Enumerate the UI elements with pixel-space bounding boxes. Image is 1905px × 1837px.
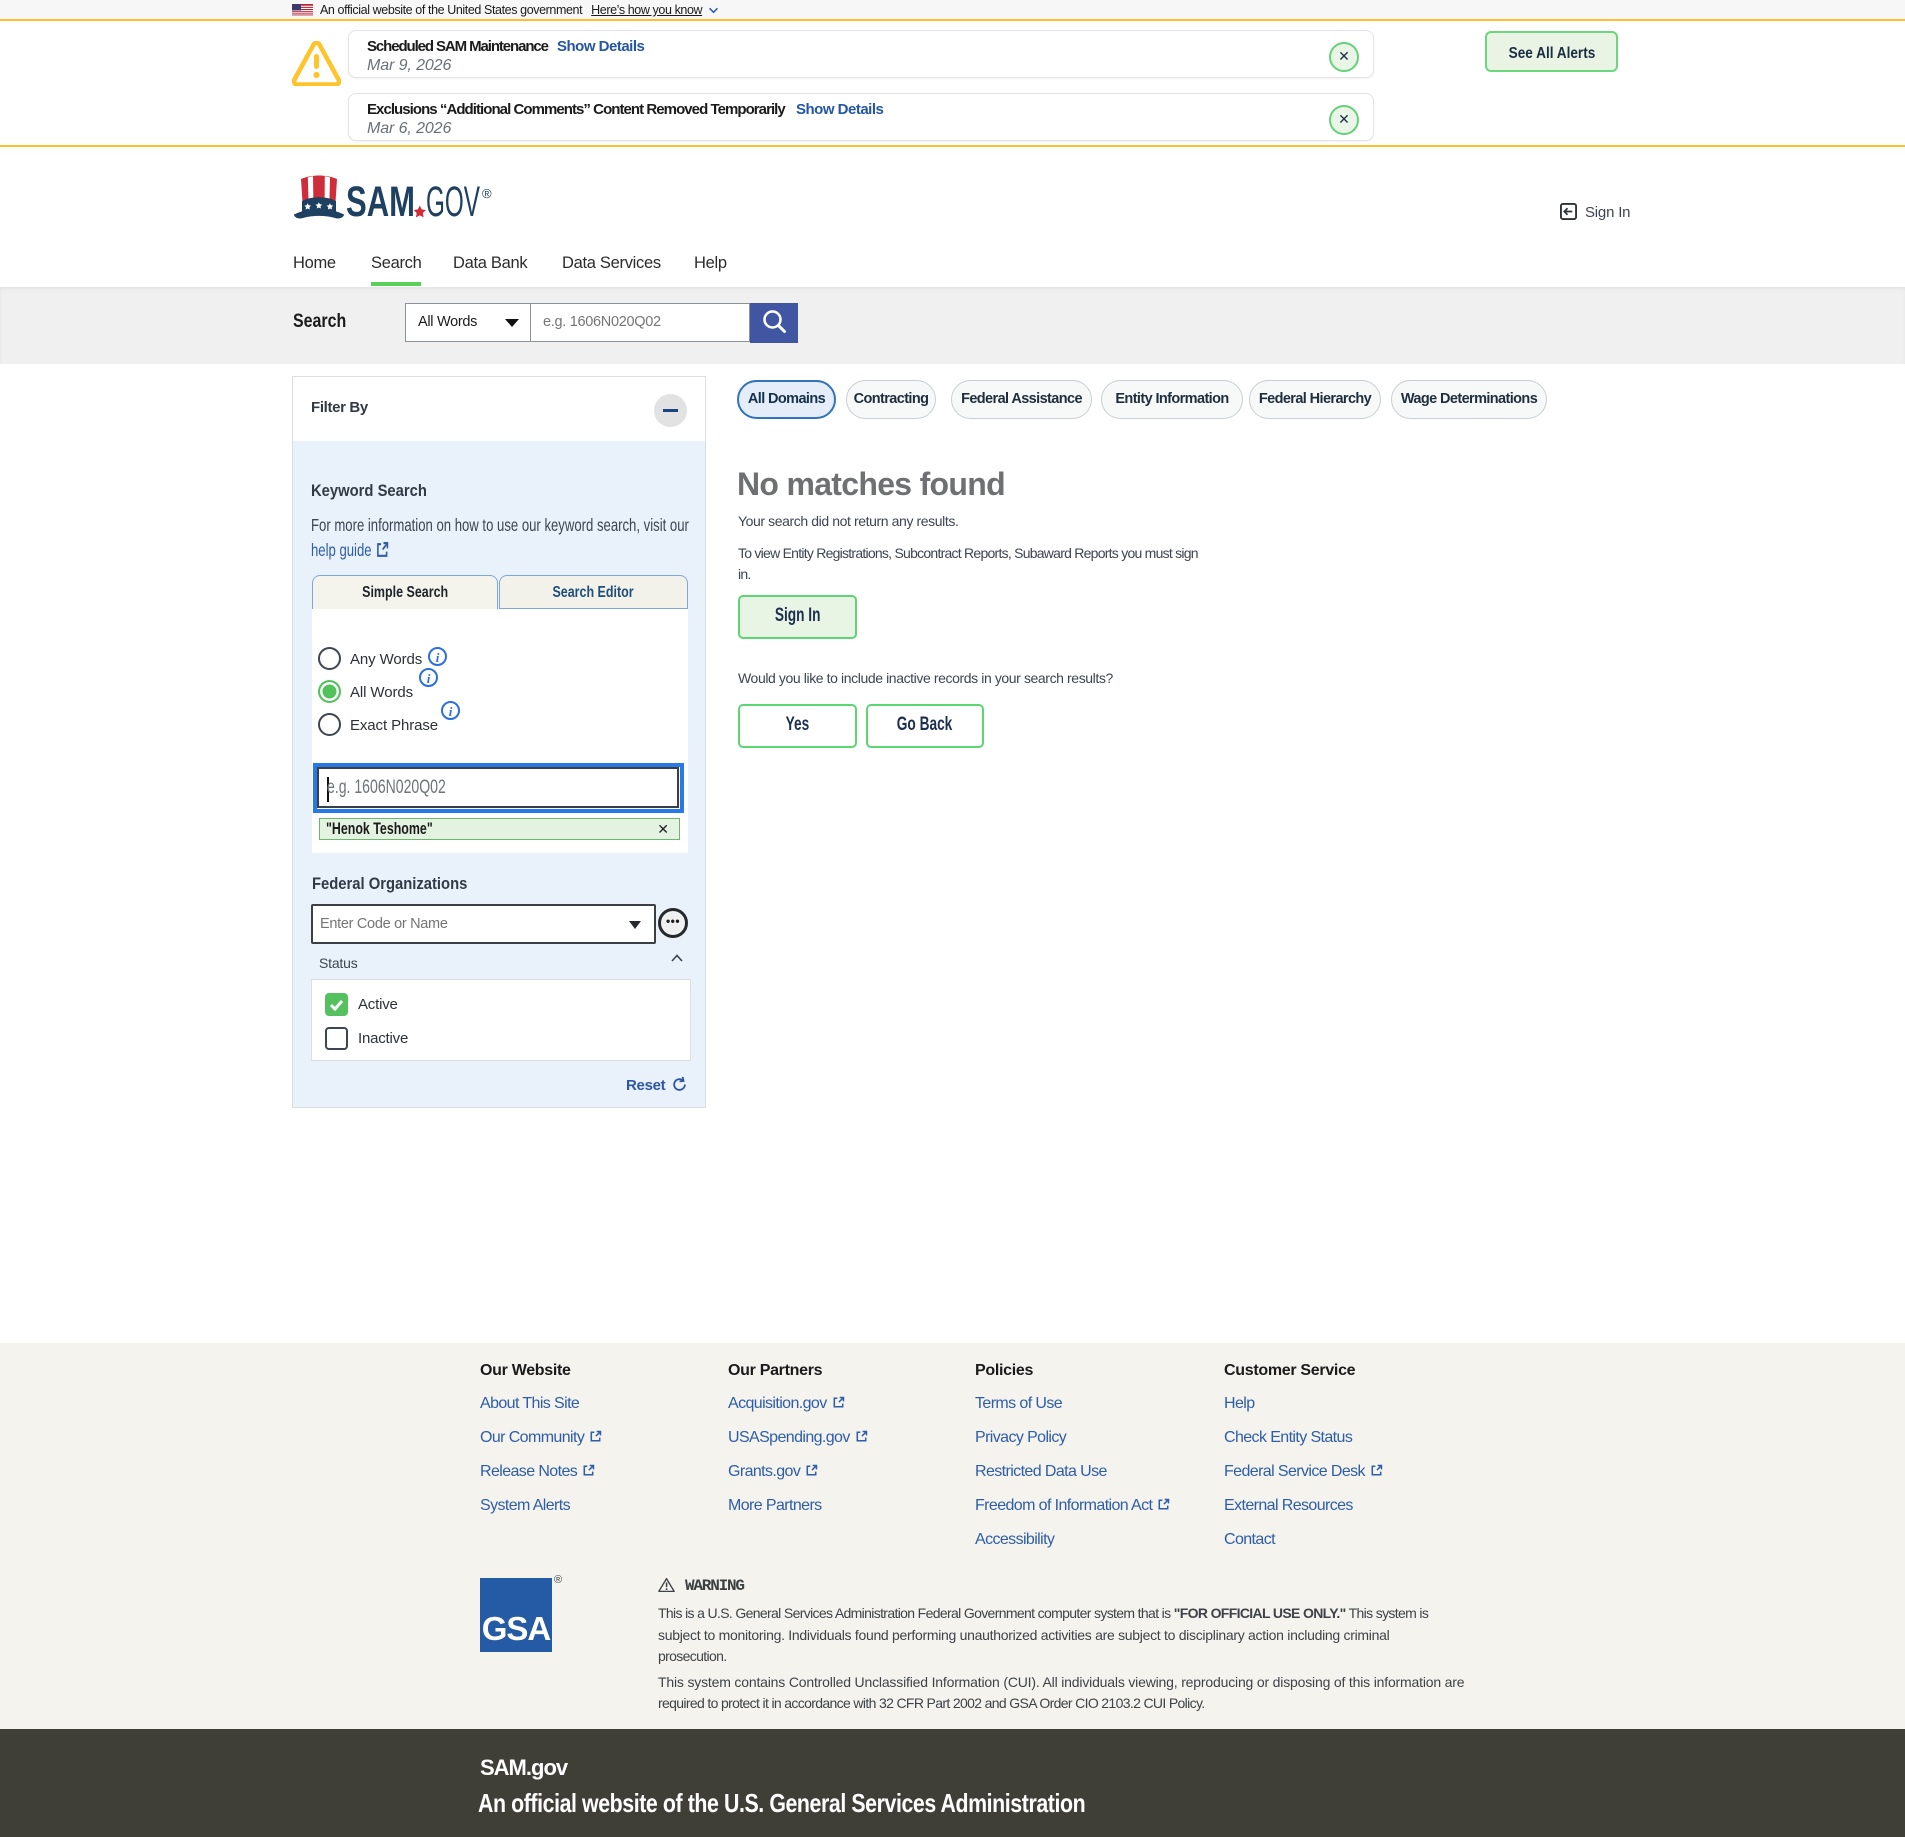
svg-text:GOV: GOV [426, 178, 480, 222]
svg-text:SAM: SAM [346, 178, 415, 222]
svg-text:®: ® [482, 186, 492, 201]
